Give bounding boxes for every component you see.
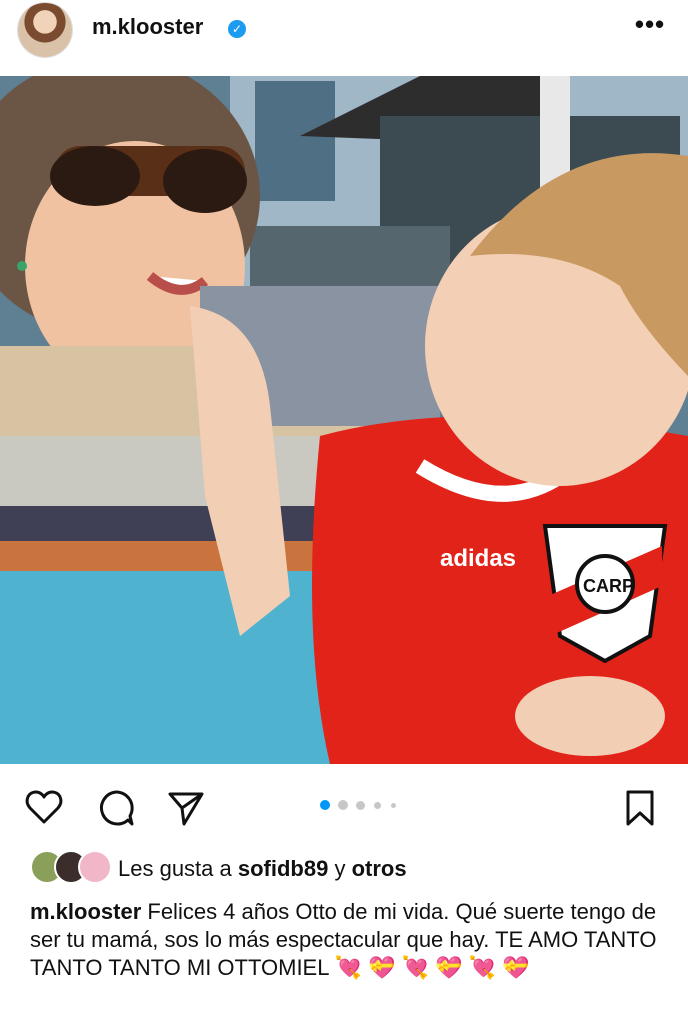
- carousel-dot: [338, 800, 348, 810]
- profile-avatar[interactable]: [18, 3, 72, 57]
- likes-middle: y: [328, 856, 352, 881]
- username-link[interactable]: m.klooster: [92, 14, 203, 40]
- likes-text[interactable]: Les gusta a sofidb89 y otros: [118, 856, 407, 882]
- crest-text: CARP: [583, 576, 634, 596]
- likes-row[interactable]: Les gusta a sofidb89 y otros: [0, 846, 688, 890]
- like-heart-icon[interactable]: [22, 786, 66, 830]
- caption-username[interactable]: m.klooster: [30, 899, 141, 924]
- shirt-brand-text: adidas: [440, 545, 516, 572]
- carousel-dot: [374, 802, 381, 809]
- post-photo[interactable]: adidas CARP: [0, 76, 688, 764]
- likes-others-link[interactable]: otros: [352, 856, 407, 881]
- share-send-icon[interactable]: [164, 786, 208, 830]
- action-bar: [0, 780, 688, 836]
- carousel-dot-active: [320, 800, 330, 810]
- liker-avatar: [78, 850, 112, 884]
- post-header: m.klooster ✓ •••: [0, 0, 688, 76]
- likes-user-link[interactable]: sofidb89: [238, 856, 328, 881]
- likes-prefix: Les gusta a: [118, 856, 238, 881]
- more-options-icon[interactable]: •••: [630, 11, 670, 42]
- post-caption: m.klooster Felices 4 años Otto de mi vid…: [30, 898, 660, 982]
- save-bookmark-icon[interactable]: [618, 786, 662, 830]
- verified-badge-icon: ✓: [228, 20, 246, 38]
- photo-illustration: adidas CARP: [0, 76, 688, 764]
- carousel-dot: [356, 801, 365, 810]
- comment-icon[interactable]: [94, 786, 138, 830]
- carousel-dot: [391, 803, 396, 808]
